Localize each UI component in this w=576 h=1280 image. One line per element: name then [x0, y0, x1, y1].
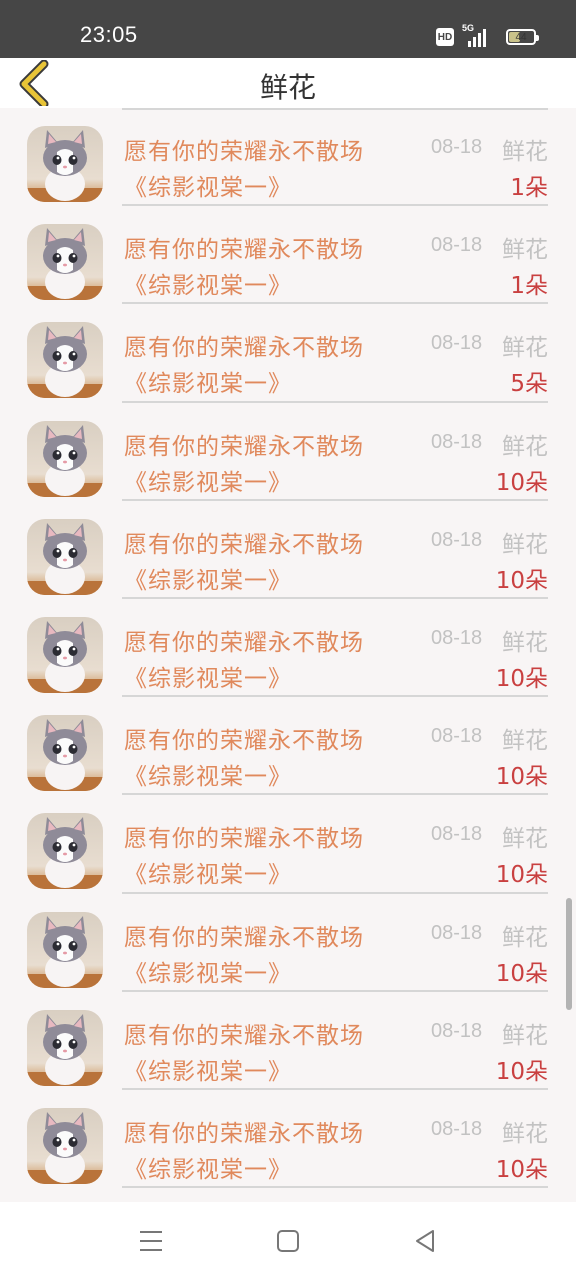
item-gift-type: 鲜花: [502, 629, 548, 656]
item-date: 08-18: [431, 430, 483, 453]
item-subtitle: 《综影视棠一》: [124, 273, 292, 300]
item-gift-type: 鲜花: [502, 139, 548, 165]
item-gift-type: 鲜花: [502, 531, 548, 558]
cat-avatar[interactable]: [27, 1107, 103, 1184]
item-subtitle: 《综影视棠一》: [124, 567, 292, 594]
item-subtitle: 《综影视棠一》: [124, 665, 292, 692]
item-date: 08-18: [431, 234, 483, 257]
item-subtitle: 《综影视棠一》: [124, 862, 292, 889]
item-subtitle: 《综影视棠一》: [124, 175, 292, 201]
item-subtitle: 《综影视棠一》: [124, 1156, 292, 1183]
item-gift-type: 鲜花: [502, 728, 548, 755]
item-count: 1朵: [510, 273, 548, 300]
item-title: 愿有你的荣耀永不散场: [124, 433, 364, 460]
item-title: 愿有你的荣耀永不散场: [124, 924, 364, 951]
item-title: 愿有你的荣耀永不散场: [124, 826, 364, 853]
cat-avatar[interactable]: [27, 715, 103, 792]
square-home-icon: [277, 1230, 299, 1252]
list-item[interactable]: 愿有你的荣耀永不散场 《综影视棠一》 08-18 鲜花 10朵: [0, 1090, 576, 1189]
item-gift-type: 鲜花: [502, 433, 548, 460]
item-count: 10朵: [495, 960, 548, 987]
list-item[interactable]: 愿有你的荣耀永不散场 《综影视棠一》 08-18 鲜花 10朵: [0, 501, 576, 600]
item-gift-type: 鲜花: [502, 237, 548, 264]
item-date: 08-18: [431, 823, 483, 846]
item-date: 08-18: [431, 1117, 483, 1140]
item-subtitle: 《综影视棠一》: [124, 764, 292, 791]
cat-avatar[interactable]: [27, 1009, 103, 1086]
item-date: 08-18: [431, 1019, 483, 1042]
cat-avatar[interactable]: [27, 126, 103, 202]
item-date: 08-18: [431, 921, 483, 944]
list-item[interactable]: 愿有你的荣耀永不散场 《综影视棠一》 08-18 鲜花 5朵: [0, 304, 576, 403]
cat-avatar[interactable]: [27, 911, 103, 988]
item-date: 08-18: [431, 528, 483, 551]
battery-level: 44: [515, 31, 527, 43]
triangle-back-icon: [416, 1230, 434, 1252]
scrollbar[interactable]: [566, 898, 572, 1010]
item-gift-type: 鲜花: [502, 335, 548, 362]
list-item[interactable]: 愿有你的荣耀永不散场 《综影视棠一》 08-18 鲜花 10朵: [0, 992, 576, 1091]
item-date: 08-18: [431, 136, 483, 158]
item-count: 10朵: [495, 862, 548, 889]
item-count: 10朵: [495, 665, 548, 692]
list-item[interactable]: 愿有你的荣耀永不散场 《综影视棠一》 08-18 鲜花 10朵: [0, 894, 576, 992]
status-bar: 23:05 HD 5G 44: [0, 0, 576, 58]
home-button[interactable]: [271, 1224, 305, 1258]
item-subtitle: 《综影视棠一》: [124, 1058, 292, 1085]
item-gift-type: 鲜花: [502, 1120, 548, 1147]
item-subtitle: 《综影视棠一》: [124, 371, 292, 398]
battery-icon: 44: [506, 29, 539, 45]
item-gift-type: 鲜花: [502, 924, 548, 951]
item-count: 10朵: [495, 1156, 548, 1183]
item-title: 愿有你的荣耀永不散场: [124, 139, 364, 165]
cat-avatar[interactable]: [27, 420, 103, 497]
item-subtitle: 《综影视棠一》: [124, 469, 292, 496]
item-count: 5朵: [510, 371, 548, 398]
flower-record-list[interactable]: 愿有你的荣耀永不散场 《综影视棠一》 08-18 鲜花 1朵 愿有你的荣耀永不散…: [0, 108, 576, 1202]
item-count: 1朵: [510, 175, 548, 201]
item-title: 愿有你的荣耀永不散场: [124, 237, 364, 264]
item-title: 愿有你的荣耀永不散场: [124, 629, 364, 656]
list-item[interactable]: 愿有你的荣耀永不散场 《综影视棠一》 08-18 鲜花 1朵: [0, 108, 576, 207]
list-item[interactable]: 愿有你的荣耀永不散场 《综影视棠一》 08-18 鲜花 10朵: [0, 697, 576, 796]
item-date: 08-18: [431, 626, 483, 649]
list-item[interactable]: 愿有你的荣耀永不散场 《综影视棠一》 08-18 鲜花 10朵: [0, 795, 576, 894]
status-icons: HD 5G 44: [436, 23, 539, 48]
hd-icon: HD: [436, 28, 454, 46]
status-time: 23:05: [80, 22, 138, 47]
item-count: 10朵: [495, 1058, 548, 1085]
cat-avatar[interactable]: [27, 813, 103, 890]
list-item[interactable]: 愿有你的荣耀永不散场 《综影视棠一》 08-18 鲜花 10朵: [0, 599, 576, 698]
cat-avatar[interactable]: [27, 224, 103, 301]
cat-avatar[interactable]: [27, 518, 103, 595]
item-title: 愿有你的荣耀永不散场: [124, 335, 364, 362]
cat-avatar[interactable]: [27, 322, 103, 399]
item-gift-type: 鲜花: [502, 1022, 548, 1049]
item-title: 愿有你的荣耀永不散场: [124, 728, 364, 755]
item-title: 愿有你的荣耀永不散场: [124, 531, 364, 558]
item-count: 10朵: [495, 567, 548, 594]
signal-icon: 5G: [462, 23, 498, 47]
list-item[interactable]: 愿有你的荣耀永不散场 《综影视棠一》 08-18 鲜花 1朵: [0, 206, 576, 305]
app-header: 鲜花: [0, 58, 576, 109]
item-count: 10朵: [495, 469, 548, 496]
item-title: 愿有你的荣耀永不散场: [124, 1022, 364, 1049]
list-item[interactable]: 愿有你的荣耀永不散场 《综影视棠一》 08-18 鲜花 10朵: [0, 403, 576, 501]
item-date: 08-18: [431, 725, 483, 748]
menu-icon: [140, 1231, 162, 1251]
item-date: 08-18: [431, 332, 483, 355]
system-nav-bar: [0, 1202, 576, 1280]
system-back-button[interactable]: [408, 1224, 442, 1258]
item-gift-type: 鲜花: [502, 826, 548, 853]
item-count: 10朵: [495, 764, 548, 791]
page-title: 鲜花: [259, 71, 316, 104]
item-subtitle: 《综影视棠一》: [124, 960, 292, 987]
cat-avatar[interactable]: [27, 616, 103, 693]
menu-button[interactable]: [134, 1224, 168, 1258]
item-title: 愿有你的荣耀永不散场: [124, 1120, 364, 1147]
